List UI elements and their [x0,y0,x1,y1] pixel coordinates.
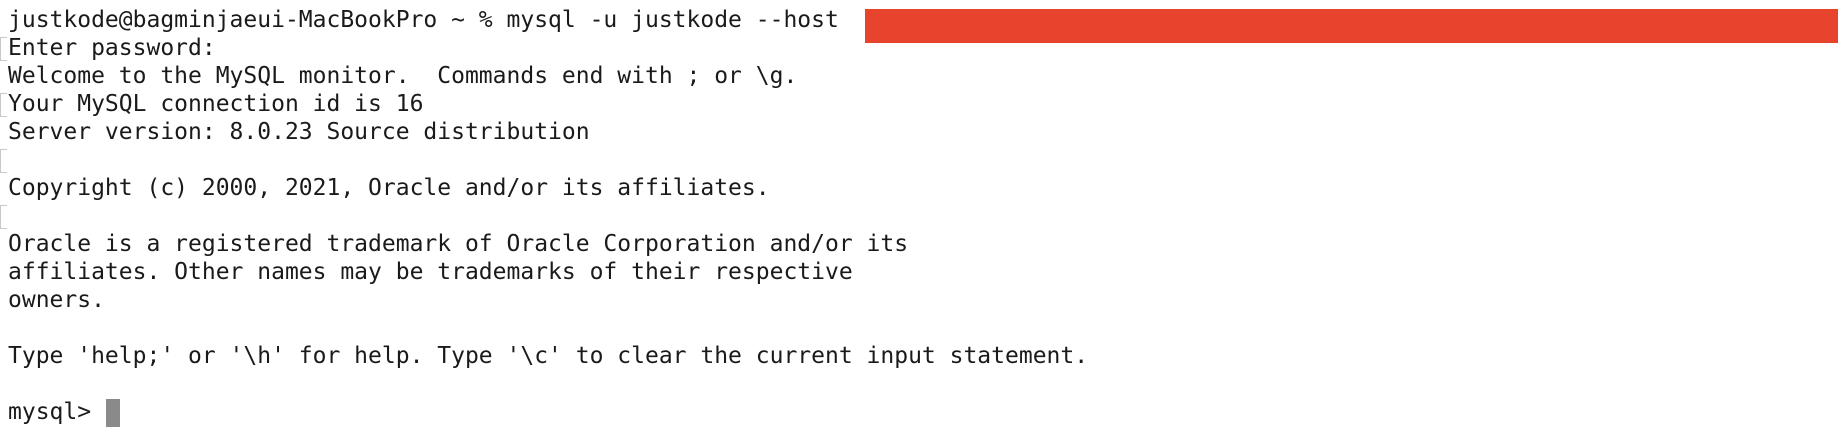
line-mark [0,37,7,61]
terminal-window[interactable]: justkode@bagminjaeui-MacBookPro ~ % mysq… [0,0,1838,432]
text-cursor[interactable] [106,399,120,427]
command-line: justkode@bagminjaeui-MacBookPro ~ % mysq… [8,7,839,33]
line-mark [0,205,7,229]
trademark-line-2: affiliates. Other names may be trademark… [8,259,853,285]
line-mark [0,149,7,173]
welcome-message: Welcome to the MySQL monitor. Commands e… [8,63,798,89]
password-prompt: Enter password: [8,35,216,61]
trademark-line-1: Oracle is a registered trademark of Orac… [8,231,909,257]
redaction-bar [865,9,1838,43]
copyright-line: Copyright (c) 2000, 2021, Oracle and/or … [8,175,770,201]
mysql-prompt: mysql> [8,399,92,425]
trademark-line-3: owners. [8,287,105,313]
connection-id-line: Your MySQL connection id is 16 [8,91,424,117]
line-mark [0,93,7,117]
server-version-line: Server version: 8.0.23 Source distributi… [8,119,590,145]
help-line: Type 'help;' or '\h' for help. Type '\c'… [8,343,1089,369]
